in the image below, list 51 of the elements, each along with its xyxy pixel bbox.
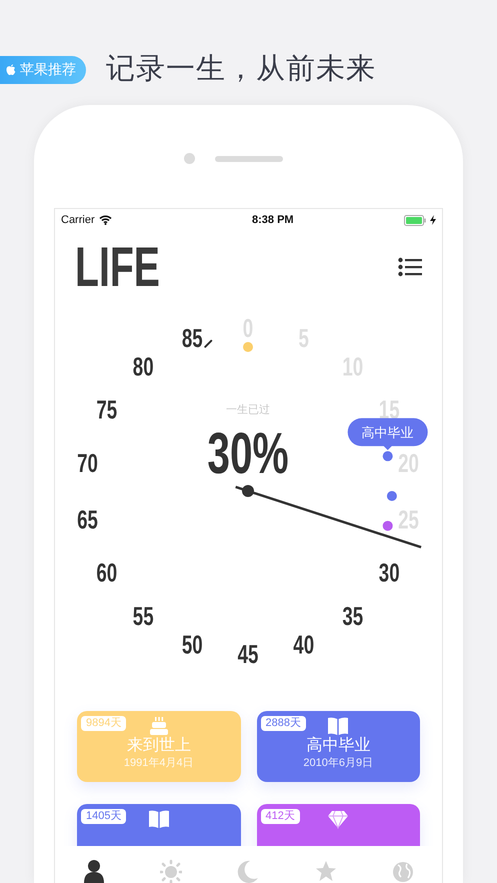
battery-icon — [404, 214, 426, 226]
camera-dot — [184, 153, 195, 164]
event-dot[interactable] — [382, 520, 393, 531]
days-count: 9894天 — [81, 716, 126, 731]
charging-icon — [430, 215, 436, 225]
days-count: 1405天 — [81, 809, 126, 824]
event-card[interactable]: 1405天 — [77, 804, 240, 847]
dial-number: 50 — [182, 629, 203, 660]
event-dot[interactable] — [382, 451, 393, 462]
pencil-icon — [204, 340, 212, 348]
dial-number: 40 — [293, 629, 314, 660]
dial-number: 55 — [132, 600, 154, 631]
cake-icon — [148, 716, 169, 736]
dial-number: 85 — [182, 322, 203, 353]
event-card[interactable]: 412天 — [256, 804, 420, 847]
book-icon — [148, 809, 170, 829]
app-title: LIFE — [75, 239, 160, 295]
card-title: 来到世上 — [126, 736, 192, 756]
days-count: 412天 — [260, 809, 300, 824]
dial-number: 60 — [96, 558, 118, 588]
dial-number: 45 — [238, 639, 258, 669]
menu-icon — [398, 257, 422, 277]
percent-value: 30% — [207, 420, 289, 486]
card-date: 1991年4月4日 — [122, 756, 195, 770]
card-date: 2010年6月9日 — [302, 756, 374, 770]
menu-button[interactable] — [398, 257, 422, 277]
person-icon — [82, 859, 105, 883]
carrier-name: Carrier — [61, 212, 95, 228]
promo-badge: 苹果推荐 — [0, 56, 86, 84]
dial-number: 65 — [77, 504, 98, 534]
moon-icon — [237, 859, 260, 883]
event-dot[interactable] — [386, 491, 397, 502]
dial-number: 80 — [132, 351, 154, 382]
apple-icon — [6, 64, 16, 76]
wifi-icon — [98, 215, 112, 225]
star-icon — [314, 859, 337, 883]
headline: 记录一生，从前未来 — [106, 52, 376, 87]
dial-number: 75 — [96, 394, 118, 424]
speaker-slot — [215, 156, 283, 162]
sun-icon — [160, 859, 182, 883]
card-title: 高中毕业 — [305, 736, 372, 756]
days-count: 2888天 — [260, 716, 306, 731]
event-card[interactable]: 2888天 高中毕业 2010年6月9日 — [256, 711, 420, 782]
book-icon — [327, 716, 350, 736]
dial-number: 35 — [342, 600, 364, 631]
dial-number: 70 — [77, 448, 98, 478]
dial-number: 30 — [378, 558, 400, 588]
event-dot[interactable] — [243, 342, 253, 352]
tooltip-label: 高中毕业 — [362, 425, 414, 440]
status-time: 8:38 PM — [252, 212, 294, 228]
diamond-icon — [327, 809, 350, 829]
